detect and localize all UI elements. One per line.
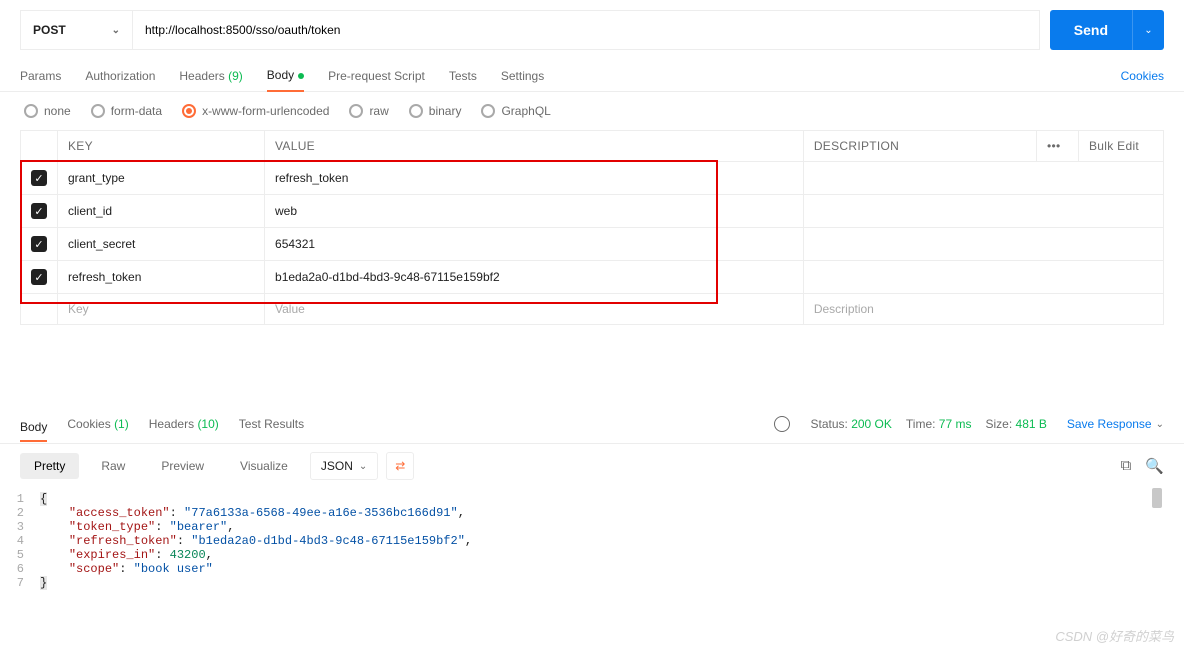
request-url-bar: POST ⌄ Send ⌄ [0, 0, 1184, 60]
key-input-placeholder[interactable]: Key [58, 294, 265, 325]
body-modified-dot-icon [298, 73, 304, 79]
param-key-cell[interactable]: client_secret [58, 228, 265, 261]
param-description-cell[interactable] [803, 195, 1163, 228]
bodytype-graphql[interactable]: GraphQL [481, 104, 550, 118]
param-key-cell[interactable]: client_id [58, 195, 265, 228]
chevron-down-icon: ⌄ [1156, 419, 1164, 430]
tab-tests[interactable]: Tests [449, 61, 477, 91]
request-tabs: Params Authorization Headers (9) Body Pr… [0, 60, 1184, 92]
copy-icon[interactable]: ⧉ [1121, 457, 1132, 475]
more-options-button[interactable]: ••• [1037, 131, 1079, 162]
response-status: Status: 200 OK Time: 77 ms Size: 481 B [810, 417, 1046, 431]
param-key-cell[interactable]: grant_type [58, 162, 265, 195]
tab-headers[interactable]: Headers (9) [179, 61, 242, 91]
checkbox-checked-icon[interactable]: ✓ [31, 170, 47, 186]
body-type-row: none form-data x-www-form-urlencoded raw… [0, 92, 1184, 130]
value-input-placeholder[interactable]: Value [265, 294, 804, 325]
tab-params[interactable]: Params [20, 61, 61, 91]
radio-icon [481, 104, 495, 118]
line-number: 6 [0, 562, 40, 576]
checkbox-column-header [21, 131, 58, 162]
radio-icon [91, 104, 105, 118]
chevron-down-icon: ⌄ [359, 461, 367, 472]
tab-prerequest[interactable]: Pre-request Script [328, 61, 425, 91]
wrap-lines-button[interactable]: ⇄ [386, 452, 414, 480]
rtab-cookies[interactable]: Cookies (1) [67, 411, 128, 437]
param-description-cell[interactable] [803, 162, 1163, 195]
bodytype-formdata[interactable]: form-data [91, 104, 162, 118]
table-row: ✓ grant_typerefresh_token [21, 162, 1164, 195]
http-method-label: POST [33, 23, 66, 37]
raw-button[interactable]: Raw [87, 453, 139, 479]
bulk-edit-button[interactable]: Bulk Edit [1079, 131, 1164, 162]
table-row: ✓ client_idweb [21, 195, 1164, 228]
body-params-table: KEY VALUE DESCRIPTION ••• Bulk Edit ✓ gra… [20, 130, 1164, 325]
line-number: 7 [0, 576, 40, 590]
param-value-cell[interactable]: web [265, 195, 804, 228]
table-row-new[interactable]: Key Value Description [21, 294, 1164, 325]
param-description-cell[interactable] [803, 228, 1163, 261]
key-column-header: KEY [58, 131, 265, 162]
param-value-cell[interactable]: b1eda2a0-d1bd-4bd3-9c48-67115e159bf2 [265, 261, 804, 294]
minimap-scrollbar[interactable] [1152, 488, 1162, 508]
table-row: ✓ client_secret654321 [21, 228, 1164, 261]
table-row: ✓ refresh_tokenb1eda2a0-d1bd-4bd3-9c48-67… [21, 261, 1164, 294]
csdn-watermark: CSDN @好奇的菜鸟 [1055, 626, 1174, 645]
send-dropdown-button[interactable]: ⌄ [1132, 10, 1164, 50]
http-method-select[interactable]: POST ⌄ [20, 10, 132, 50]
tab-settings[interactable]: Settings [501, 61, 544, 91]
tab-body[interactable]: Body [267, 60, 304, 92]
tab-authorization[interactable]: Authorization [85, 61, 155, 91]
param-value-cell[interactable]: refresh_token [265, 162, 804, 195]
description-column-header: DESCRIPTION [803, 131, 1036, 162]
radio-icon [409, 104, 423, 118]
bodytype-none[interactable]: none [24, 104, 71, 118]
radio-icon [349, 104, 363, 118]
save-response-button[interactable]: Save Response ⌄ [1067, 417, 1164, 431]
cookies-link[interactable]: Cookies [1121, 69, 1164, 83]
response-json-body: 1{ 2 "access_token": "77a6133a-6568-49ee… [0, 488, 1184, 594]
search-icon[interactable]: 🔍 [1145, 457, 1164, 475]
checkbox-checked-icon[interactable]: ✓ [31, 203, 47, 219]
rtab-body[interactable]: Body [20, 414, 47, 442]
param-key-cell[interactable]: refresh_token [58, 261, 265, 294]
url-input[interactable] [132, 10, 1040, 50]
network-icon[interactable] [774, 416, 790, 432]
bodytype-binary[interactable]: binary [409, 104, 462, 118]
radio-icon [24, 104, 38, 118]
description-input-placeholder[interactable]: Description [803, 294, 1163, 325]
line-number: 3 [0, 520, 40, 534]
line-number: 1 [0, 492, 40, 506]
param-value-cell[interactable]: 654321 [265, 228, 804, 261]
format-select[interactable]: JSON ⌄ [310, 452, 378, 480]
rtab-headers[interactable]: Headers (10) [149, 411, 219, 437]
param-description-cell[interactable] [803, 261, 1163, 294]
value-column-header: VALUE [265, 131, 804, 162]
pretty-button[interactable]: Pretty [20, 453, 79, 479]
checkbox-checked-icon[interactable]: ✓ [31, 269, 47, 285]
line-number: 2 [0, 506, 40, 520]
wrap-icon: ⇄ [395, 459, 405, 473]
chevron-down-icon: ⌄ [1144, 25, 1152, 36]
send-button-group: Send ⌄ [1050, 10, 1164, 50]
radio-checked-icon [182, 104, 196, 118]
chevron-down-icon: ⌄ [112, 25, 120, 36]
rtab-test-results[interactable]: Test Results [239, 411, 304, 437]
visualize-button[interactable]: Visualize [226, 453, 302, 479]
bodytype-xwww[interactable]: x-www-form-urlencoded [182, 104, 329, 118]
checkbox-checked-icon[interactable]: ✓ [31, 236, 47, 252]
preview-button[interactable]: Preview [147, 453, 218, 479]
line-number: 5 [0, 548, 40, 562]
send-button[interactable]: Send [1050, 10, 1132, 50]
bodytype-raw[interactable]: raw [349, 104, 388, 118]
line-number: 4 [0, 534, 40, 548]
response-tabs: Body Cookies (1) Headers (10) Test Resul… [0, 405, 1184, 444]
response-view-bar: Pretty Raw Preview Visualize JSON ⌄ ⇄ ⧉ … [0, 444, 1184, 488]
